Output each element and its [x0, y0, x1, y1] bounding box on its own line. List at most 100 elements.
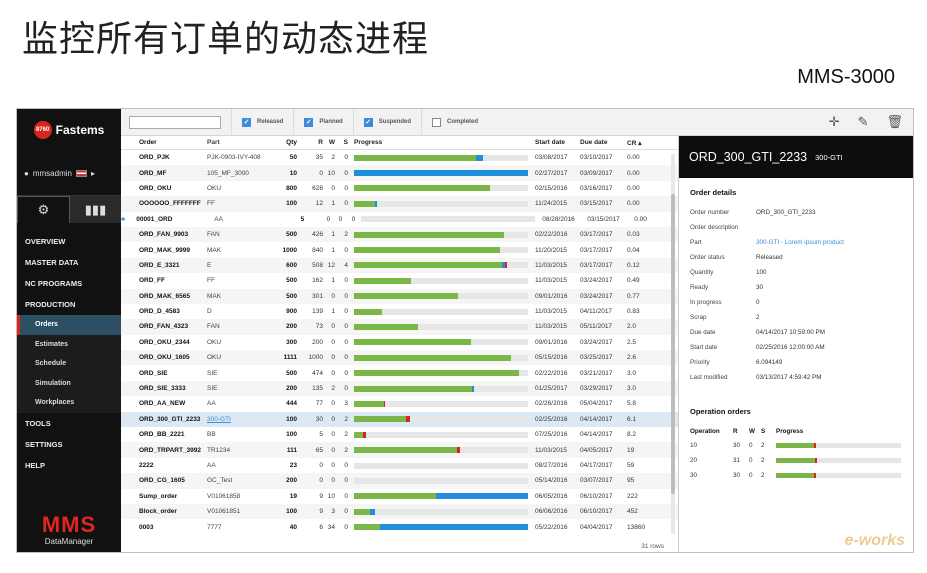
scrollbar-thumb[interactable]	[671, 194, 675, 494]
add-icon[interactable]: ✛	[829, 114, 840, 130]
table-row[interactable]: Block_order V01061851 100 9 3 0 06/06/2016 06/1…	[121, 503, 678, 520]
bar-chart-icon[interactable]: ▮▮▮	[70, 196, 121, 223]
w-cell: 0	[331, 400, 335, 408]
table-row[interactable]: ORD_BB_2221 BB 100 5 0 2 07/25/2016 04/14/2017 8…	[121, 427, 678, 442]
col-s[interactable]: S	[335, 139, 348, 146]
table-row[interactable]: Sump_order V01061858 19 9 10 0 06/05/2016 06/10…	[121, 489, 678, 504]
col-r[interactable]: R	[297, 139, 323, 146]
sidebar-item-workplaces[interactable]: Workplaces	[17, 393, 121, 413]
col-progress[interactable]: Progress	[348, 139, 532, 146]
sidebar-item-production[interactable]: PRODUCTION	[17, 294, 121, 315]
s-cell: 0	[344, 308, 348, 316]
sidebar-item-schedule[interactable]: Schedule	[17, 354, 121, 374]
col-part[interactable]: Part	[203, 139, 271, 146]
table-row[interactable]: ORD_MAK_6565 MAK 500 301 0 0 09/01/2016 03/24/2…	[121, 288, 678, 304]
table-row[interactable]: ♣ 00001_ORD AA 5 0 0 0 08/28/2016 03/15/2017 0.00	[121, 212, 678, 227]
table-row[interactable]: ORD_AA_NEW AA 444 77 0 3 02/26/2016 05/04/2017 5…	[121, 396, 678, 411]
table-row[interactable]: ORD_300_GTI_2233 300-GTI 100 30 0 2 02/25/2016…	[121, 411, 678, 428]
sidebar-item-settings[interactable]: SETTINGS	[17, 433, 121, 455]
table-row[interactable]: ORD_SIE_3333 SIE 200 135 2 0 01/25/2017 03/29/2…	[121, 380, 678, 397]
table-row[interactable]: ORD_SIE SIE 500 474 0 0 02/22/2016 03/21/2017 3.…	[121, 365, 678, 380]
sidebar-item-estimates[interactable]: Estimates	[17, 334, 121, 354]
start-cell: 11/03/2015	[535, 261, 568, 269]
settings-gears-icon[interactable]: ⚙	[17, 196, 70, 223]
table-row[interactable]: ORD_TRPART_3992 TR1234 111 65 0 2 11/03/2015 04…	[121, 442, 678, 458]
order-cell: ORD_D_4583	[139, 308, 180, 316]
order-cell: Sump_order	[139, 492, 178, 500]
sidebar-item-nc-programs[interactable]: NC PROGRAMS	[17, 273, 121, 294]
due-cell: 03/10/2017	[580, 154, 613, 162]
progress-red	[505, 262, 508, 269]
table-row[interactable]: ORD_MAK_9999 MAK 1000 840 1 0 11/20/2015 03/17/…	[121, 242, 678, 257]
user-menu[interactable]: ● mmsadmin ▸	[17, 151, 121, 195]
col-order[interactable]: Order	[121, 139, 203, 146]
cr-cell: 5.8	[627, 400, 637, 408]
table-row[interactable]: 2222 AA 23 0 0 0 08/27/2016 04/17/2017 59	[121, 458, 678, 473]
part-cell: GC_Test	[207, 477, 233, 485]
sidebar-item-help[interactable]: HELP	[17, 454, 121, 476]
col-start[interactable]: Start date	[532, 139, 579, 146]
edit-icon[interactable]: ✎	[858, 114, 869, 130]
detail-field-value[interactable]: 300-GTI - Lorem ipsum product	[756, 239, 844, 246]
order-cell: ORD_OKU_2344	[139, 338, 190, 346]
sidebar-item-overview[interactable]: OVERVIEW	[17, 231, 121, 252]
table-scrollbar[interactable]	[671, 154, 675, 534]
col-cr[interactable]: CR ▴	[626, 139, 656, 147]
op-row[interactable]: 20 31 0 2	[679, 453, 913, 468]
progress-cell	[348, 508, 532, 515]
col-qty[interactable]: Qty	[271, 139, 297, 146]
r-cell: 628	[312, 184, 323, 192]
app-window: 8760 Fastems ● mmsadmin ▸ ⚙ ▮▮▮ OVERVIEW…	[16, 108, 914, 553]
part-cell: FAN	[207, 231, 220, 239]
w-cell: 0	[331, 323, 335, 331]
qty-cell: 500	[286, 231, 297, 239]
cr-cell: 8.2	[627, 431, 637, 439]
table-row[interactable]: ORD_MF 105_MF_3000 10 0 10 0 02/27/2017 03/09/2…	[121, 165, 678, 181]
order-cell: ORD_OKU	[139, 184, 172, 192]
sidebar-icon-tabs: ⚙ ▮▮▮	[17, 195, 121, 223]
filter-planned[interactable]: ✓ Planned	[293, 109, 352, 136]
col-w[interactable]: W	[323, 139, 335, 146]
table-row[interactable]: 0003 7777 40 6 34 0 05/22/2016 04/04/2017 13860	[121, 519, 678, 534]
table-row[interactable]: ORD_OKU_2344 OKU 300 200 0 0 09/01/2016 03/24/2…	[121, 335, 678, 350]
checkbox-planned[interactable]: ✓	[304, 117, 314, 127]
table-row[interactable]: ORD_CG_1605 GC_Test 200 0 0 0 05/14/2016 03/07/…	[121, 473, 678, 489]
sidebar-item-orders[interactable]: Orders	[17, 315, 121, 335]
checkbox-completed[interactable]	[432, 117, 442, 127]
username: mmsadmin	[32, 168, 72, 178]
table-row[interactable]: OOOOOO_FFFFFFF FF 100 12 1 0 11/24/2015 03/15/2…	[121, 196, 678, 212]
progress-green	[354, 308, 382, 315]
table-row[interactable]: ORD_OKU_1605 OKU 1111 1000 0 0 05/15/2016 03/25…	[121, 350, 678, 366]
table-row[interactable]: ORD_FAN_9903 FAN 500 426 1 2 02/22/2016 03/17/2…	[121, 226, 678, 243]
filter-completed[interactable]: Completed	[421, 109, 488, 136]
cr-cell: 0.04	[627, 246, 640, 254]
search-input[interactable]	[129, 115, 221, 129]
checkbox-suspended[interactable]: ✓	[363, 117, 373, 127]
table-row[interactable]: ORD_FAN_4323 FAN 200 73 0 0 11/03/2015 05/11/20…	[121, 319, 678, 335]
qty-cell: 500	[286, 277, 297, 285]
qty-cell: 1000	[282, 246, 297, 254]
s-cell: 0	[344, 154, 348, 162]
sidebar-item-simulation[interactable]: Simulation	[17, 373, 121, 393]
brand: MMS DataManager	[17, 512, 121, 546]
trash-icon[interactable]: 🗑	[886, 114, 903, 130]
table-row[interactable]: ORD_FF FF 500 162 1 0 11/03/2015 03/24/2017 0.49	[121, 273, 678, 288]
checkbox-released[interactable]: ✓	[242, 117, 251, 127]
filter-released[interactable]: ✓ Released	[231, 109, 293, 136]
op-row[interactable]: 10 30 0 2	[679, 438, 913, 453]
s-cell: 2	[344, 446, 348, 454]
due-cell: 06/10/2017	[580, 508, 613, 516]
table-row[interactable]: ORD_PJK PJK-0903-IVY-408 50 35 2 0 03/08/2017 0…	[121, 150, 678, 165]
table-row[interactable]: ORD_D_4583 D 900 139 1 0 11/03/2015 04/11/2017 0…	[121, 304, 678, 319]
progress-blue	[369, 508, 375, 515]
op-row[interactable]: 30 30 0 2	[679, 468, 913, 483]
table-row[interactable]: ORD_E_3321 E 600 508 12 4 11/03/2015 03/17/2017…	[121, 257, 678, 274]
op-col-w: W	[749, 427, 755, 435]
col-due[interactable]: Due date	[579, 139, 626, 146]
sidebar-item-tools[interactable]: TOOLS	[17, 412, 121, 434]
r-cell: 135	[312, 385, 323, 393]
filter-suspended[interactable]: ✓ Suspended	[352, 109, 421, 136]
table-row[interactable]: ORD_OKU OKU 800 628 0 0 02/15/2016 03/16/2017 0.…	[121, 181, 678, 196]
sidebar-item-master-data[interactable]: MASTER DATA	[17, 252, 121, 273]
logo: 8760 Fastems	[17, 109, 121, 151]
